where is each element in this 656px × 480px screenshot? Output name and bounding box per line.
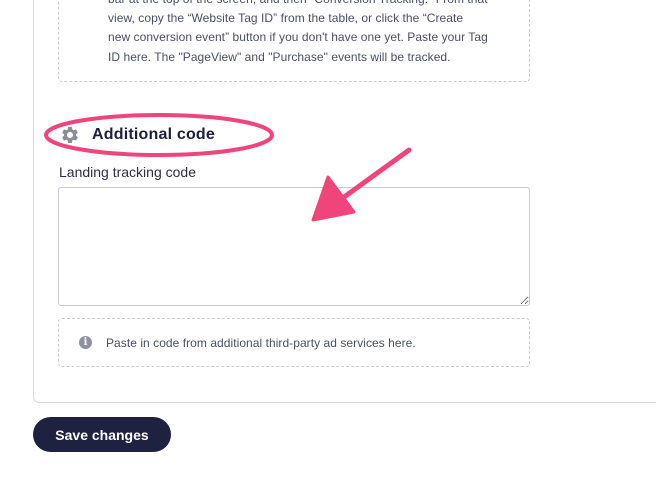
instructions-line: new conversion event” button if you don'… — [108, 30, 488, 45]
landing-tracking-code-label: Landing tracking code — [59, 164, 196, 180]
save-changes-button[interactable]: Save changes — [33, 417, 171, 452]
settings-page: bar at the top of the screen, and then "… — [0, 0, 656, 480]
instructions-line: view, copy the “Website Tag ID” from the… — [108, 11, 464, 26]
section-title: Additional code — [92, 126, 215, 143]
hint-box: i Paste in code from additional third-pa… — [58, 318, 530, 367]
instructions-line: ID here. The "PageView" and "Purchase" e… — [108, 49, 451, 64]
instructions-line: bar at the top of the screen, and then "… — [108, 0, 516, 9]
additional-code-header: Additional code — [60, 123, 215, 147]
gear-icon — [62, 127, 78, 143]
instructions-text: bar at the top of the screen, and then "… — [108, 0, 516, 67]
info-icon: i — [79, 336, 92, 349]
landing-tracking-code-input[interactable] — [58, 187, 530, 306]
hint-text: Paste in code from additional third-part… — [106, 335, 416, 350]
